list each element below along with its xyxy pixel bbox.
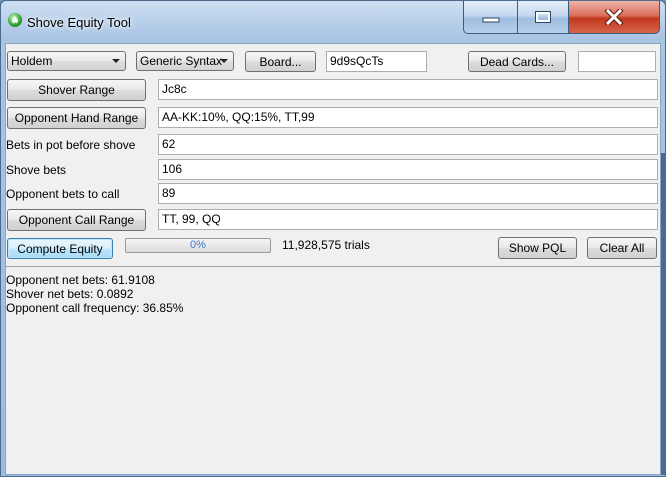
shover-range-button[interactable]: Shover Range bbox=[7, 79, 146, 101]
title-bar[interactable]: Shove Equity Tool bbox=[1, 1, 665, 41]
progress-text: 0% bbox=[190, 239, 206, 251]
syntax-select[interactable]: Generic Syntax bbox=[136, 51, 234, 71]
progress-bar: 0% bbox=[125, 238, 271, 253]
bets-in-pot-input[interactable]: 62 bbox=[158, 134, 658, 155]
app-icon bbox=[8, 13, 22, 27]
dead-cards-button[interactable]: Dead Cards... bbox=[468, 51, 566, 72]
shover-net-bets: Shover net bets: 0.0892 bbox=[6, 287, 134, 301]
opponent-hand-range-button[interactable]: Opponent Hand Range bbox=[7, 107, 146, 129]
results-panel: Opponent net bets: 61.9108 Shover net be… bbox=[6, 273, 183, 315]
board-input[interactable]: 9d9sQcTs bbox=[326, 51, 427, 72]
window-title: Shove Equity Tool bbox=[27, 15, 131, 30]
opponent-call-range-button[interactable]: Opponent Call Range bbox=[7, 209, 146, 231]
show-pql-button[interactable]: Show PQL bbox=[498, 237, 577, 259]
bets-in-pot-label: Bets in pot before shove bbox=[6, 138, 136, 152]
close-button[interactable] bbox=[568, 1, 660, 34]
dead-cards-input[interactable] bbox=[578, 51, 656, 72]
app-window: Shove Equity Tool Holdem Generic Syntax … bbox=[0, 0, 666, 477]
opponent-bets-to-call-label: Opponent bets to call bbox=[6, 187, 120, 201]
shove-bets-label: Shove bets bbox=[6, 163, 67, 177]
chevron-down-icon bbox=[220, 59, 228, 63]
shover-range-input[interactable]: Jc8c bbox=[158, 79, 658, 100]
shove-bets-input[interactable]: 106 bbox=[158, 159, 658, 180]
chevron-down-icon bbox=[112, 59, 120, 63]
opponent-net-bets: Opponent net bets: 61.9108 bbox=[6, 273, 155, 287]
game-select[interactable]: Holdem bbox=[7, 51, 126, 71]
board-button[interactable]: Board... bbox=[245, 51, 316, 72]
trials-count: 11,928,575 trials bbox=[282, 238, 370, 252]
opponent-call-frequency: Opponent call frequency: 36.85% bbox=[6, 301, 184, 315]
opponent-call-range-input[interactable]: TT, 99, QQ bbox=[158, 209, 658, 230]
maximize-button[interactable] bbox=[517, 1, 569, 34]
maximize-icon bbox=[535, 11, 551, 23]
clear-all-button[interactable]: Clear All bbox=[587, 237, 657, 259]
game-select-value: Holdem bbox=[11, 54, 53, 68]
client-area: Holdem Generic Syntax Board... 9d9sQcTs … bbox=[5, 43, 661, 475]
opponent-bets-to-call-input[interactable]: 89 bbox=[158, 183, 658, 204]
minimize-button[interactable] bbox=[463, 1, 518, 34]
close-icon bbox=[604, 9, 624, 25]
divider bbox=[6, 266, 660, 267]
minimize-icon bbox=[482, 17, 499, 23]
opponent-hand-range-input[interactable]: AA-KK:10%, QQ:15%, TT,99 bbox=[158, 107, 658, 128]
window-edge-scrollbar[interactable] bbox=[661, 43, 666, 475]
compute-equity-button[interactable]: Compute Equity bbox=[7, 238, 113, 259]
syntax-select-value: Generic Syntax bbox=[140, 54, 223, 68]
scrollbar-thumb[interactable] bbox=[661, 153, 666, 475]
